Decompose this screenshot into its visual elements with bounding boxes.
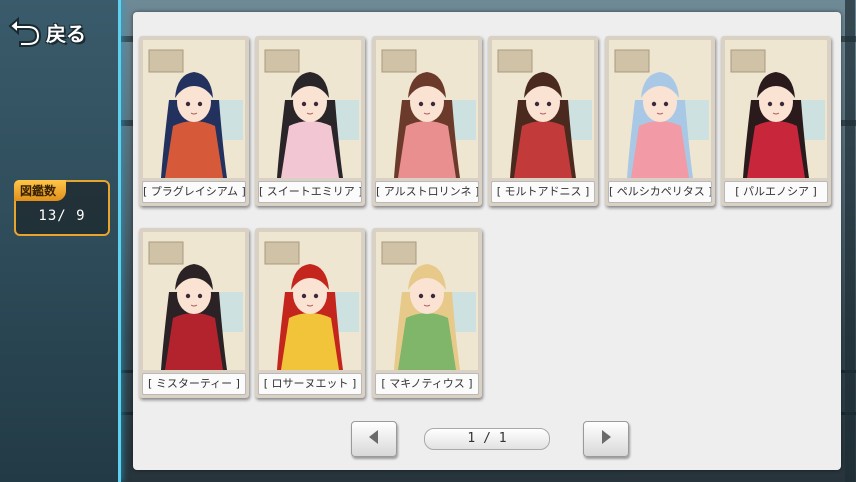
character-portrait: [143, 232, 245, 370]
character-card[interactable]: [ アルストロリンネ ]: [372, 36, 482, 206]
character-card[interactable]: [ モルトアドニス ]: [488, 36, 598, 206]
counter-value: 13/ 9: [38, 208, 86, 224]
character-portrait: [143, 40, 245, 178]
character-card[interactable]: [ ペルシカペリタス ]: [605, 36, 715, 206]
page-indicator: 1 / 1: [424, 428, 550, 450]
sidebar: 戻る 図鑑数 13/ 9: [0, 0, 121, 482]
character-portrait: [609, 40, 711, 178]
character-portrait: [492, 40, 594, 178]
character-name: [ ロサーヌエット ]: [258, 373, 362, 395]
character-name: [ ペルシカペリタス ]: [608, 181, 712, 203]
character-name: [ モルトアドニス ]: [491, 181, 595, 203]
character-name: [ マキノティウス ]: [375, 373, 479, 395]
character-name: [ ミスターティー ]: [142, 373, 246, 395]
character-name: [ パルエノシア ]: [724, 181, 828, 203]
next-page-button[interactable]: [583, 421, 629, 457]
character-card[interactable]: [ ミスターティー ]: [139, 228, 249, 398]
character-portrait: [376, 232, 478, 370]
arrow-right-icon: [596, 427, 616, 451]
character-card[interactable]: [ パルエノシア ]: [721, 36, 831, 206]
character-card[interactable]: [ マキノティウス ]: [372, 228, 482, 398]
character-card[interactable]: [ プラグレイシアム ]: [139, 36, 249, 206]
collection-counter: 図鑑数 13/ 9: [14, 180, 110, 236]
counter-label: 図鑑数: [14, 180, 67, 201]
collection-panel: [ プラグレイシアム ] [ スイートエミリア ] [ アルストロリンネ ] [ モル…: [133, 12, 841, 470]
character-portrait: [259, 40, 361, 178]
arrow-left-icon: [364, 427, 384, 451]
character-name: [ アルストロリンネ ]: [375, 181, 479, 203]
character-name: [ プラグレイシアム ]: [142, 181, 246, 203]
character-card[interactable]: [ ロサーヌエット ]: [255, 228, 365, 398]
bg-post: [845, 0, 855, 482]
back-label: 戻る: [46, 21, 86, 46]
character-name: [ スイートエミリア ]: [258, 181, 362, 203]
back-button[interactable]: 戻る: [8, 12, 100, 52]
back-arrow-icon: [8, 13, 42, 51]
character-portrait: [725, 40, 827, 178]
character-portrait: [259, 232, 361, 370]
prev-page-button[interactable]: [351, 421, 397, 457]
character-card[interactable]: [ スイートエミリア ]: [255, 36, 365, 206]
character-portrait: [376, 40, 478, 178]
